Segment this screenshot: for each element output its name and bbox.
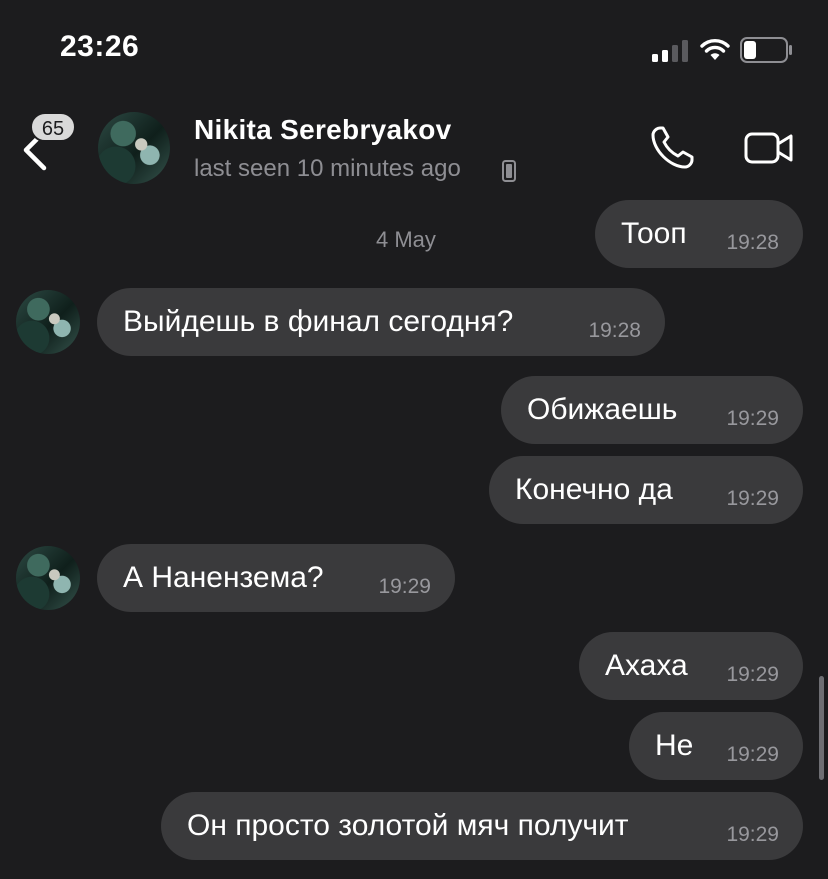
video-camera-icon bbox=[744, 132, 793, 164]
message-time: 19:28 bbox=[588, 319, 641, 342]
message-time: 19:29 bbox=[726, 743, 779, 766]
contact-last-seen: last seen 10 minutes ago bbox=[194, 155, 461, 182]
device-icon bbox=[502, 160, 516, 182]
message-time: 19:29 bbox=[726, 663, 779, 686]
message-time: 19:29 bbox=[726, 407, 779, 430]
scroll-indicator[interactable] bbox=[819, 676, 824, 780]
video-call-button[interactable] bbox=[744, 130, 794, 166]
message-time: 19:29 bbox=[378, 575, 431, 598]
status-time: 23:26 bbox=[60, 30, 140, 63]
message-text: Он просто золотой мяч получит bbox=[187, 809, 629, 842]
message-text: Обижаешь bbox=[527, 393, 678, 426]
sender-avatar[interactable] bbox=[16, 290, 80, 354]
message-bubble-outgoing[interactable]: Обижаешь 19:29 bbox=[501, 376, 803, 444]
message-text: Выйдешь в финал сегодня? bbox=[123, 305, 514, 338]
message-text: Тооп bbox=[621, 217, 687, 250]
message-text: Ахаха bbox=[605, 649, 688, 682]
call-button[interactable] bbox=[648, 124, 696, 172]
back-button[interactable]: 65 bbox=[20, 110, 80, 174]
message-text: Конечно да bbox=[515, 473, 673, 506]
message-bubble-outgoing[interactable]: Тооп 19:28 bbox=[595, 200, 803, 268]
message-time: 19:29 bbox=[726, 823, 779, 846]
phone-icon bbox=[651, 126, 694, 169]
message-time: 19:29 bbox=[726, 487, 779, 510]
message-bubble-outgoing[interactable]: Он просто золотой мяч получит 19:29 bbox=[161, 792, 803, 860]
sender-avatar[interactable] bbox=[16, 546, 80, 610]
message-text: Не bbox=[655, 729, 694, 762]
message-bubble-incoming[interactable]: Выйдешь в финал сегодня? 19:28 bbox=[97, 288, 665, 356]
unread-badge: 65 bbox=[30, 112, 76, 142]
date-separator: 4 May bbox=[376, 227, 436, 252]
message-bubble-outgoing[interactable]: Ахаха 19:29 bbox=[579, 632, 803, 700]
wifi-icon bbox=[700, 39, 730, 60]
contact-avatar[interactable] bbox=[98, 112, 170, 184]
contact-name[interactable]: Nikita Serebryakov bbox=[194, 114, 452, 146]
message-time: 19:28 bbox=[726, 231, 779, 254]
message-bubble-outgoing[interactable]: Конечно да 19:29 bbox=[489, 456, 803, 524]
battery-icon bbox=[740, 37, 792, 63]
message-bubble-outgoing[interactable]: Не 19:29 bbox=[629, 712, 803, 780]
message-bubble-incoming[interactable]: А Нанензема? 19:29 bbox=[97, 544, 455, 612]
chat-screen: 23:26 65 Nikita Serebryakov last seen 10… bbox=[0, 0, 828, 879]
message-text: А Нанензема? bbox=[123, 561, 324, 594]
signal-icon bbox=[652, 40, 688, 62]
